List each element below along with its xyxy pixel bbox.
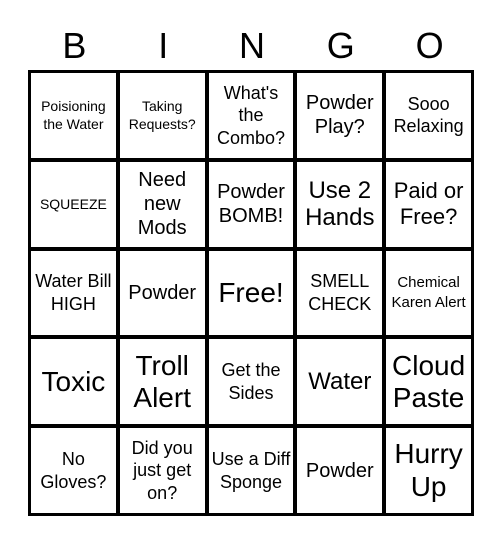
- bingo-cell-free[interactable]: Free!: [208, 250, 294, 336]
- cell-label: Toxic: [41, 365, 106, 397]
- cell-label: Water: [308, 367, 372, 395]
- bingo-cell[interactable]: Water: [297, 339, 383, 425]
- bingo-cell[interactable]: Chemical Karen Alert: [386, 250, 471, 336]
- header-letter-g: G: [326, 25, 355, 66]
- cell-label: Use 2 Hands: [305, 176, 375, 232]
- bingo-cell[interactable]: SQUEEZE: [31, 161, 116, 247]
- bingo-cell[interactable]: Hurry Up: [386, 428, 471, 513]
- cell-label: Powder BOMB!: [217, 181, 285, 228]
- header-letter-n: N: [238, 25, 265, 66]
- bingo-cell[interactable]: Did you just get on?: [119, 428, 205, 513]
- cell-label: Did you just get on?: [131, 437, 193, 503]
- cell-label: Chemical Karen Alert: [391, 274, 466, 311]
- cell-label: Hurry Up: [394, 438, 463, 502]
- cell-label: Use a Diff Sponge: [211, 449, 291, 492]
- bingo-cell[interactable]: Water Bill HIGH: [31, 250, 116, 336]
- bingo-header: B I N G O: [30, 22, 474, 70]
- bingo-cell[interactable]: Need new Mods: [119, 161, 205, 247]
- bingo-cell[interactable]: SMELL CHECK: [297, 250, 383, 336]
- bingo-cell[interactable]: Troll Alert: [119, 339, 205, 425]
- cell-label: Get the Sides: [221, 360, 281, 403]
- bingo-cell[interactable]: Sooo Relaxing: [386, 73, 471, 158]
- cell-label: Poisioning the Water: [41, 97, 106, 133]
- header-letter-b: B: [62, 25, 87, 66]
- cell-label: Taking Requests?: [128, 97, 196, 133]
- header-letter-i: I: [158, 25, 169, 66]
- cell-label: Powder: [305, 459, 374, 482]
- bingo-cell[interactable]: Powder BOMB!: [208, 161, 294, 247]
- cell-label: What's the Combo?: [216, 82, 286, 148]
- bingo-cell[interactable]: No Gloves?: [31, 428, 116, 513]
- cell-label: Troll Alert: [133, 349, 191, 413]
- bingo-board: Poisioning the Water Taking Requests? Wh…: [28, 70, 474, 516]
- cell-label: Sooo Relaxing: [393, 93, 464, 137]
- bingo-cell[interactable]: Powder: [297, 428, 383, 513]
- cell-label: Cloud Paste: [392, 349, 466, 413]
- cell-label: Free!: [218, 276, 284, 308]
- cell-label: Paid or Free?: [393, 177, 464, 230]
- cell-label: SMELL CHECK: [308, 271, 372, 314]
- cell-label: Water Bill HIGH: [35, 271, 112, 314]
- cell-label: Need new Mods: [137, 169, 187, 240]
- cell-label: Powder: [128, 281, 197, 304]
- bingo-cell[interactable]: Taking Requests?: [119, 73, 205, 158]
- bingo-cell[interactable]: Use a Diff Sponge: [208, 428, 294, 513]
- header-letter-o: O: [415, 25, 444, 66]
- cell-label: No Gloves?: [40, 449, 107, 492]
- cell-label: SQUEEZE: [39, 195, 107, 212]
- cell-label: Powder Play?: [305, 92, 374, 139]
- bingo-cell[interactable]: Powder Play?: [297, 73, 383, 158]
- bingo-cell[interactable]: Poisioning the Water: [31, 73, 116, 158]
- bingo-cell[interactable]: Get the Sides: [208, 339, 294, 425]
- bingo-cell[interactable]: Paid or Free?: [386, 161, 471, 247]
- bingo-cell[interactable]: Cloud Paste: [386, 339, 471, 425]
- bingo-cell[interactable]: Use 2 Hands: [297, 161, 383, 247]
- bingo-cell[interactable]: Toxic: [31, 339, 116, 425]
- bingo-cell[interactable]: What's the Combo?: [208, 73, 294, 158]
- bingo-cell[interactable]: Powder: [119, 250, 205, 336]
